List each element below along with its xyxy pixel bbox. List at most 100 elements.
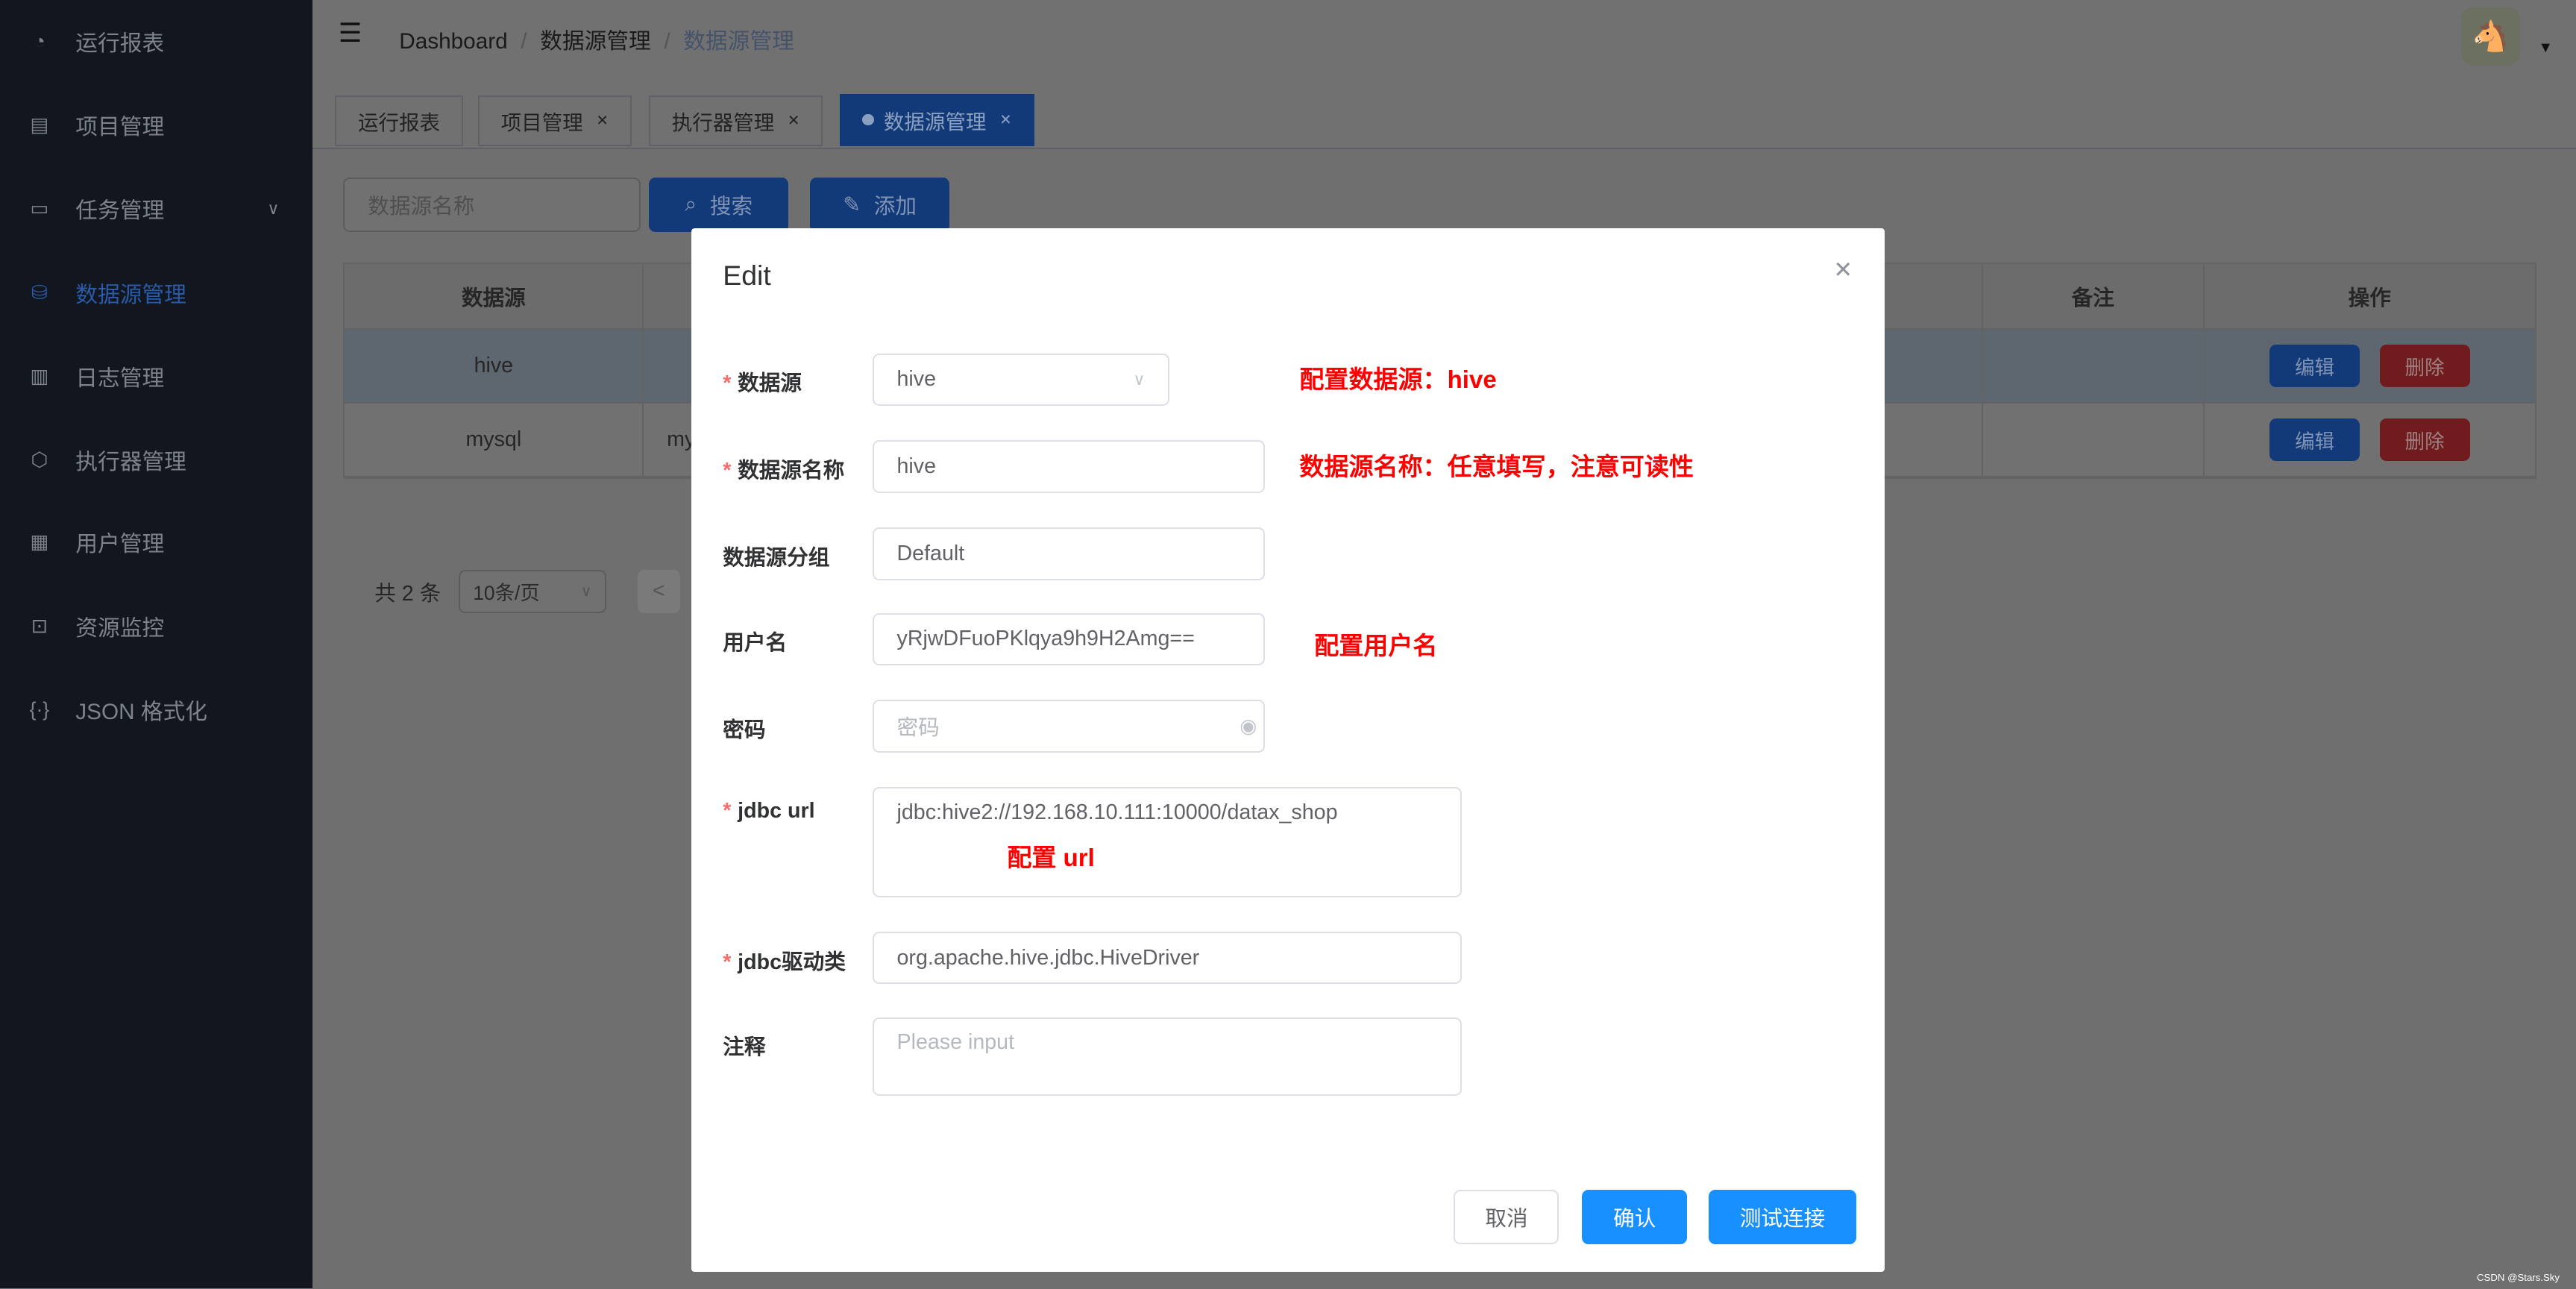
cell-datasource: mysql	[345, 404, 644, 477]
tag-label: 项目管理	[500, 110, 583, 134]
datasource-value: hive	[896, 367, 937, 392]
page-size-select[interactable]: 10条/页 ∨	[458, 570, 606, 613]
sidebar-item-user[interactable]: ▦ 用户管理	[0, 509, 312, 575]
sidebar-item-label: 用户管理	[75, 532, 165, 557]
annotation-datasource: 配置数据源：hive	[1299, 366, 1497, 395]
avatar[interactable]: 🐴	[2460, 6, 2521, 66]
breadcrumb-dashboard[interactable]: Dashboard	[399, 29, 507, 54]
breadcrumb-item: 数据源管理	[540, 28, 651, 54]
column-header: 数据源	[345, 264, 644, 329]
modal-overlay-backdrop: ◔ 运行报表 ▤ 项目管理 ▭ 任务管理 ∨ ⛁ 数据源管理 ▥ 日志管理 ⬡ 执行器管理 ▦…	[0, 0, 2576, 1288]
pagination-total: 共 2 条	[374, 582, 442, 606]
tag-label: 运行报表	[357, 110, 441, 134]
jdbc-url-value: jdbc:hive2://192.168.10.111:10000/datax_…	[896, 800, 1338, 824]
tag-label: 执行器管理	[671, 110, 775, 134]
search-placeholder: 数据源名称	[368, 194, 475, 219]
label-driver: * jdbc驱动类	[723, 950, 846, 974]
chevron-down-icon: ∨	[267, 198, 280, 218]
annotation-username: 配置用户名	[1314, 633, 1438, 661]
search-button[interactable]: ⌕ 搜索	[649, 177, 789, 232]
tag-label: 数据源管理	[883, 110, 987, 134]
annotation-url: 配置 url	[1007, 844, 1095, 873]
sidebar-item-label: 项目管理	[75, 114, 165, 139]
comment-textarea[interactable]: Please input	[872, 1017, 1463, 1097]
tag-dashboard[interactable]: 运行报表	[335, 95, 463, 147]
sidebar-item-project[interactable]: ▤ 项目管理	[0, 92, 312, 157]
add-button[interactable]: ✎ 添加	[809, 177, 950, 232]
breadcrumb: Dashboard / 数据源管理 / 数据源管理	[399, 28, 794, 54]
sidebar-item-executor[interactable]: ⬡ 执行器管理	[0, 427, 312, 493]
eye-icon[interactable]: ◉	[1240, 715, 1257, 738]
breadcrumb-current: 数据源管理	[683, 28, 794, 54]
search-input[interactable]: 数据源名称	[343, 177, 641, 232]
cell-actions: 编辑 删除	[2205, 404, 2535, 476]
label-password: 密码	[723, 718, 766, 742]
label-comment: 注释	[723, 1035, 766, 1060]
executor-icon: ⬡	[31, 448, 48, 471]
annotation-name: 数据源名称：任意填写，注意可读性	[1299, 454, 1694, 482]
sidebar-item-label: JSON 格式化	[75, 700, 207, 725]
datasource-icon: ⛁	[31, 280, 48, 304]
sidebar-item-log[interactable]: ▥ 日志管理	[0, 343, 312, 409]
close-icon[interactable]: ✕	[596, 112, 609, 130]
prev-page-button[interactable]: <	[637, 570, 680, 613]
project-icon: ▤	[30, 113, 49, 136]
tag-datasource[interactable]: 数据源管理 ✕	[839, 93, 1035, 147]
add-label: 添加	[873, 194, 917, 219]
sidebar-item-datasource[interactable]: ⛁ 数据源管理	[0, 260, 312, 325]
dialog-title: Edit	[723, 260, 771, 292]
cancel-button[interactable]: 取消	[1454, 1189, 1559, 1244]
monitor-icon: ⊡	[31, 614, 48, 637]
edit-button[interactable]: 编辑	[2269, 418, 2360, 462]
sidebar-item-label: 资源监控	[75, 615, 165, 641]
name-input[interactable]: hive	[872, 440, 1266, 493]
hamburger-icon[interactable]: ☰	[339, 18, 362, 48]
close-icon[interactable]: ✕	[999, 111, 1012, 129]
comment-placeholder: Please input	[896, 1029, 1015, 1054]
delete-button[interactable]: 删除	[2379, 345, 2470, 388]
search-label: 搜索	[709, 194, 753, 219]
group-input[interactable]: Default	[872, 527, 1266, 580]
close-icon[interactable]: ✕	[788, 112, 800, 130]
label-jdbc-url: * jdbc url	[723, 798, 815, 823]
sidebar-item-label: 日志管理	[75, 366, 165, 391]
sidebar-item-task[interactable]: ▭ 任务管理 ∨	[0, 176, 312, 242]
label-datasource: * 数据源	[723, 371, 802, 396]
sidebar-item-label: 数据源管理	[75, 282, 186, 307]
tags-view: 运行报表 项目管理 ✕ 执行器管理 ✕ 数据源管理 ✕	[312, 74, 2576, 150]
label-username: 用户名	[723, 631, 788, 656]
edit-dialog: Edit ✕ * 数据源 hive ∨ 配置数据源：hive * 数据源名称 hive…	[691, 228, 1885, 1272]
sidebar-item-monitor[interactable]: ⊡ 资源监控	[0, 593, 312, 659]
name-value: hive	[896, 454, 937, 479]
label-group: 数据源分组	[723, 545, 830, 570]
task-icon: ▭	[30, 197, 49, 220]
password-input[interactable]: 密码 ◉	[872, 700, 1266, 753]
chevron-down-icon: ∨	[580, 583, 592, 600]
caret-down-icon[interactable]: ▼	[2538, 40, 2553, 57]
chevron-down-icon: ∨	[1133, 369, 1146, 389]
label-name: * 数据源名称	[723, 458, 845, 483]
delete-button[interactable]: 删除	[2379, 418, 2470, 462]
cell-datasource: hive	[345, 330, 644, 403]
sidebar-item-json[interactable]: {·} JSON 格式化	[0, 677, 312, 743]
page-size-value: 10条/页	[473, 582, 540, 605]
sidebar-item-label: 执行器管理	[75, 450, 186, 475]
json-icon: {·}	[29, 698, 50, 721]
test-connection-button[interactable]: 测试连接	[1708, 1189, 1857, 1244]
datasource-select[interactable]: hive ∨	[872, 353, 1170, 407]
sidebar: ◔ 运行报表 ▤ 项目管理 ▭ 任务管理 ∨ ⛁ 数据源管理 ▥ 日志管理 ⬡ 执行器管理 ▦…	[0, 0, 312, 1288]
tag-executor[interactable]: 执行器管理 ✕	[649, 95, 823, 147]
close-icon[interactable]: ✕	[1833, 257, 1853, 283]
log-icon: ▥	[30, 364, 49, 387]
sidebar-item-label: 运行报表	[75, 31, 165, 56]
sidebar-item-dashboard[interactable]: ◔ 运行报表	[0, 8, 312, 74]
driver-input[interactable]: org.apache.hive.jdbc.HiveDriver	[872, 931, 1463, 985]
jdbc-url-textarea[interactable]: jdbc:hive2://192.168.10.111:10000/datax_…	[872, 787, 1463, 897]
dashboard-icon: ◔	[33, 29, 45, 52]
confirm-button[interactable]: 确认	[1582, 1189, 1688, 1244]
watermark: CSDN @Stars.Sky	[2476, 1272, 2560, 1284]
username-input[interactable]: yRjwDFuoPKlqya9h9H2Amg==	[872, 612, 1266, 666]
edit-button[interactable]: 编辑	[2269, 345, 2360, 388]
edit-pen-icon: ✎	[843, 192, 861, 217]
tag-project[interactable]: 项目管理 ✕	[478, 95, 632, 147]
